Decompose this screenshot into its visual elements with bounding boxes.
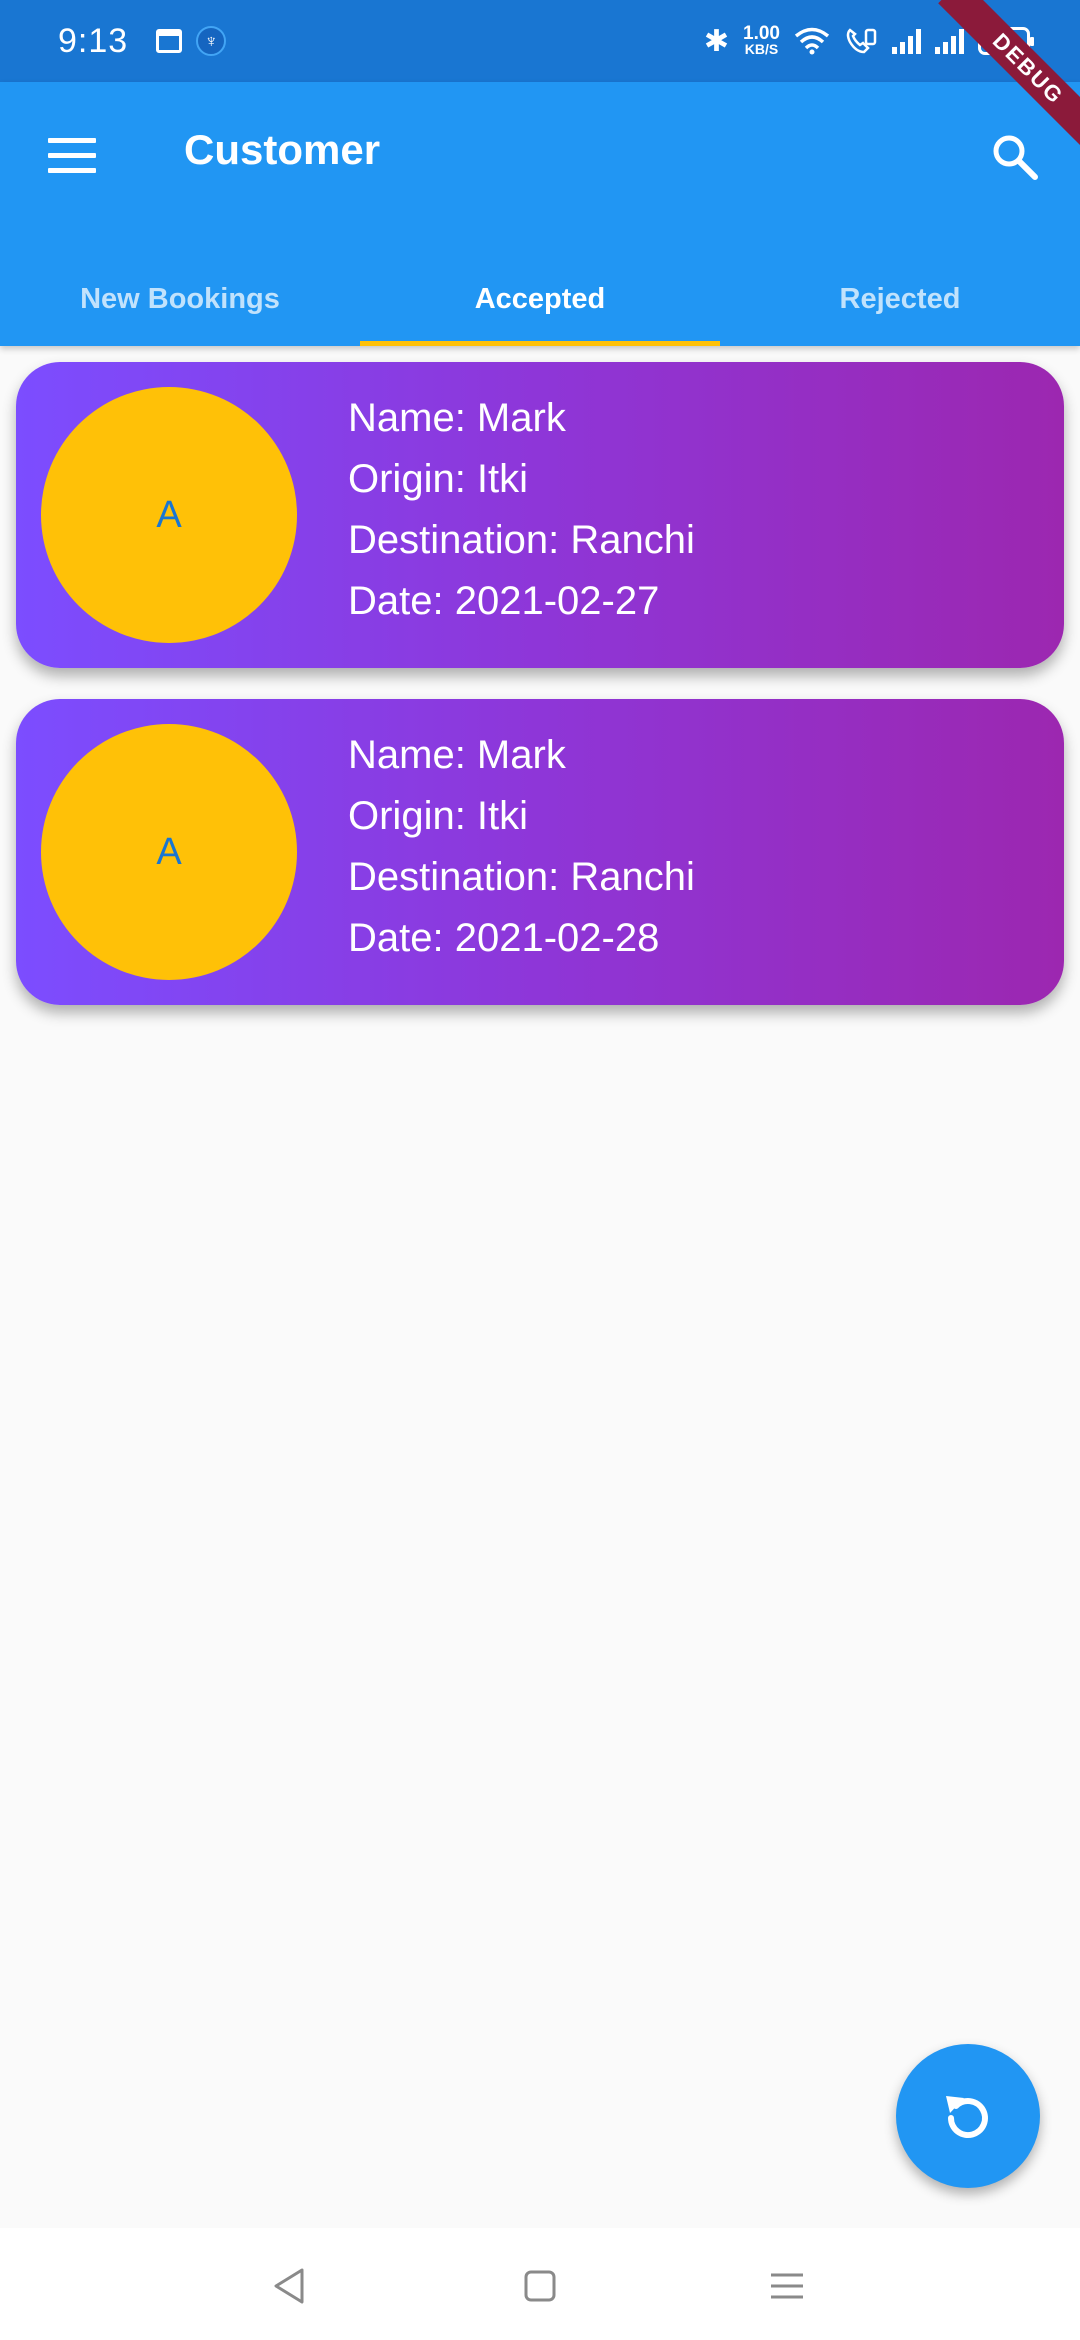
booking-origin: Origin: Itki xyxy=(348,794,529,838)
booking-card[interactable]: A Name: Mark Origin: Itki Destination: R… xyxy=(16,362,1064,668)
avatar: A xyxy=(41,387,297,643)
usb-icon: ♆ xyxy=(196,26,227,56)
refresh-button[interactable] xyxy=(896,2044,1040,2188)
booking-destination: Destination: Ranchi xyxy=(348,518,695,562)
refresh-icon xyxy=(946,2096,988,2139)
back-icon[interactable] xyxy=(270,2266,310,2306)
booking-date: Date: 2021-02-27 xyxy=(348,579,660,623)
page-title: Customer xyxy=(184,126,381,173)
booking-date: Date: 2021-02-28 xyxy=(348,916,660,960)
booking-card[interactable]: A Name: Mark Origin: Itki Destination: R… xyxy=(16,699,1064,1005)
app-bar: Customer New Bookings Accepted Rejected xyxy=(0,82,1080,346)
booking-name: Name: Mark xyxy=(348,733,566,777)
network-speed-unit: KB/S xyxy=(744,40,779,57)
tab-new-bookings[interactable]: New Bookings xyxy=(0,252,360,346)
booking-details: Name: Mark Origin: Itki Destination: Ran… xyxy=(348,725,695,969)
system-nav-bar xyxy=(0,2228,1080,2340)
volte-call-icon xyxy=(846,28,877,54)
booking-origin: Origin: Itki xyxy=(348,457,529,501)
tab-bar: New Bookings Accepted Rejected xyxy=(0,252,1080,346)
status-time: 9:13 xyxy=(58,21,129,60)
tab-rejected[interactable]: Rejected xyxy=(720,252,1080,346)
hamburger-menu-icon[interactable] xyxy=(48,138,96,174)
tab-accepted[interactable]: Accepted xyxy=(360,252,720,346)
search-icon[interactable] xyxy=(990,132,1040,182)
bluetooth-icon: ✱ xyxy=(703,24,730,58)
calendar-icon xyxy=(156,29,183,53)
screen: 9:13 ♆ ✱ 1.00 KB/S DEBUG Customer New Bo… xyxy=(0,0,1080,2340)
booking-name: Name: Mark xyxy=(348,396,566,440)
booking-details: Name: Mark Origin: Itki Destination: Ran… xyxy=(348,388,695,632)
signal-strength-1-icon xyxy=(892,28,921,54)
wifi-icon xyxy=(794,27,830,55)
status-bar: 9:13 ♆ ✱ 1.00 KB/S xyxy=(0,0,1080,82)
signal-strength-2-icon xyxy=(935,28,964,54)
booking-destination: Destination: Ranchi xyxy=(348,855,695,899)
recents-menu-icon[interactable] xyxy=(767,2266,807,2306)
home-icon[interactable] xyxy=(520,2266,560,2306)
avatar: A xyxy=(41,724,297,980)
network-speed: 1.00 KB/S xyxy=(743,24,780,57)
